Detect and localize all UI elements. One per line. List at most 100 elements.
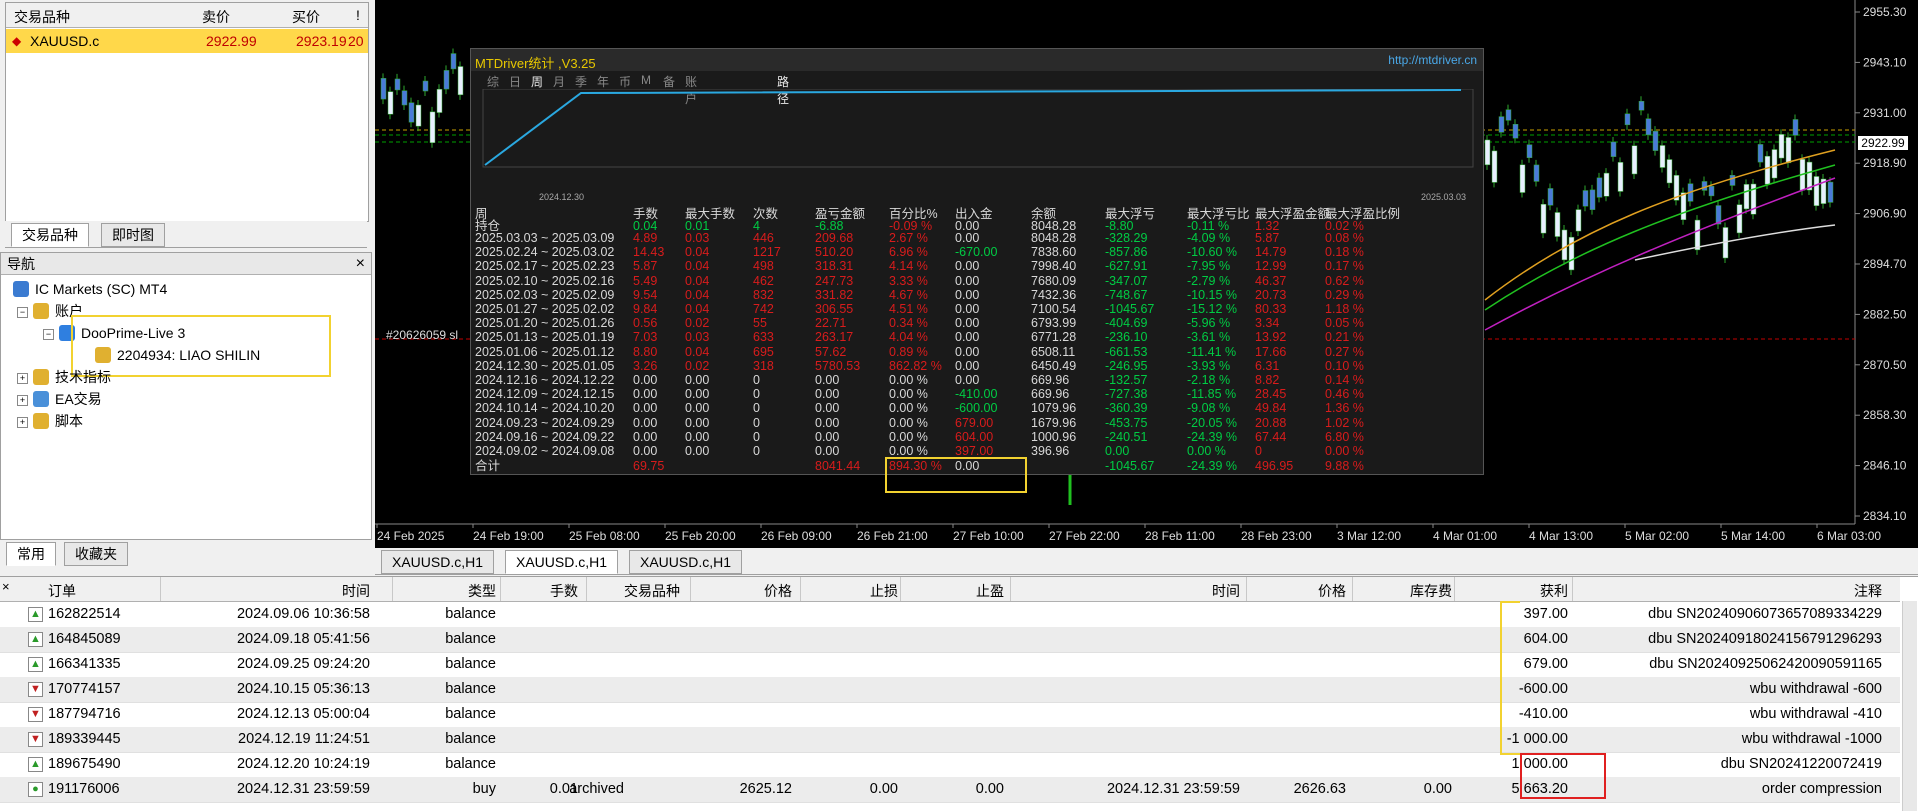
table-row[interactable]: ▼ 189339445 2024.12.19 11:24:51 balance -1 0… (0, 727, 1900, 753)
scrollbar[interactable] (1902, 601, 1917, 811)
period-tab[interactable]: 月 (553, 73, 565, 90)
nav-item-broker[interactable]: IC Markets (SC) MT4 (13, 279, 167, 299)
column-header[interactable]: 价格 (764, 581, 792, 601)
symbol-row[interactable]: ◆ XAUUSD.c 2922.99 2923.19 20 (6, 29, 368, 53)
time-tick-label: 3 Mar 12:00 (1337, 529, 1401, 543)
candle (1603, 172, 1610, 197)
table-row[interactable]: ▲ 189675490 2024.12.20 10:24:19 balance 1 00… (0, 752, 1900, 778)
stat-cell: 633 (753, 330, 774, 345)
cell-type: balance (445, 656, 496, 672)
column-divider[interactable] (160, 577, 161, 601)
column-header[interactable]: 时间 (1212, 581, 1240, 601)
stat-cell: 0.00 (955, 259, 980, 274)
tab-symbols[interactable]: 交易品种 (11, 223, 89, 247)
column-divider[interactable] (900, 577, 901, 601)
time-tick-label: 25 Feb 20:00 (665, 529, 736, 543)
stat-cell: -20.05 % (1187, 415, 1238, 430)
col-spread[interactable]: ! (356, 7, 360, 23)
close-icon[interactable]: × (2, 579, 10, 594)
table-row[interactable]: ▲ 166341335 2024.09.25 09:24:20 balance 679.… (0, 652, 1900, 678)
column-header[interactable]: 交易品种 (624, 581, 680, 601)
period-tab[interactable]: M (641, 73, 651, 87)
cell-type: balance (445, 731, 496, 747)
col-bid[interactable]: 卖价 (202, 7, 230, 27)
stat-cell: 2024.10.14 ~ 2024.10.20 (475, 401, 615, 416)
column-divider[interactable] (1572, 577, 1573, 601)
tab-tick-chart[interactable]: 即时图 (101, 223, 165, 247)
nav-item-scripts[interactable]: + 脚本 (17, 411, 83, 431)
candle (1680, 192, 1687, 220)
mtdriver-url[interactable]: http://mtdriver.cn (1388, 53, 1477, 67)
close-icon[interactable]: × (356, 253, 365, 275)
tab-favorites[interactable]: 收藏夹 (64, 542, 128, 566)
col-symbol[interactable]: 交易品种 (14, 7, 70, 27)
period-tab[interactable]: 日 (509, 73, 521, 90)
column-divider[interactable] (392, 577, 393, 601)
column-header[interactable]: 库存费 (1410, 581, 1452, 601)
candle (1575, 209, 1582, 232)
stat-cell: 0.00 % (1187, 444, 1226, 458)
col-ask[interactable]: 买价 (292, 7, 320, 27)
expand-icon[interactable]: + (17, 417, 28, 428)
column-divider[interactable] (1454, 577, 1455, 601)
table-row[interactable]: ▲ 164845089 2024.09.18 05:41:56 balance 604.… (0, 627, 1900, 653)
time-tick-label: 5 Mar 02:00 (1625, 529, 1689, 543)
stat-cell: 7100.54 (1031, 302, 1077, 316)
candle (1526, 144, 1533, 158)
chart-tab-3[interactable]: XAUUSD.c,H1 (629, 550, 743, 574)
expand-icon[interactable]: + (17, 395, 28, 406)
table-row[interactable]: ▼ 170774157 2024.10.15 05:36:13 balance -600… (0, 677, 1900, 703)
chart-tab-1[interactable]: XAUUSD.c,H1 (381, 550, 495, 574)
column-header[interactable]: 价格 (1318, 581, 1346, 601)
column-divider[interactable] (1352, 577, 1353, 601)
collapse-icon[interactable]: − (43, 329, 54, 340)
column-divider[interactable] (586, 577, 587, 601)
period-tab[interactable]: 周 (531, 73, 543, 90)
column-header[interactable]: 获利 (1540, 581, 1568, 601)
price-tick-label: 2894.70 (1863, 257, 1907, 271)
time-tick-label: 28 Feb 23:00 (1241, 529, 1312, 543)
column-divider[interactable] (1246, 577, 1247, 601)
column-header[interactable]: 类型 (468, 581, 496, 601)
column-divider[interactable] (1010, 577, 1011, 601)
column-header[interactable]: 时间 (342, 581, 370, 601)
column-header[interactable]: 注释 (1854, 581, 1882, 601)
stat-cell: 0.17 % (1325, 259, 1364, 274)
nav-item-indicators[interactable]: + 技术指标 (17, 367, 111, 387)
stat-cell: 9.84 (633, 302, 658, 316)
column-header[interactable]: 订单 (48, 581, 76, 601)
period-tab[interactable]: 年 (597, 73, 609, 90)
column-divider[interactable] (500, 577, 501, 601)
table-row[interactable]: ● 191176006 2024.12.31 23:59:59 buy 0.01 arch… (0, 777, 1900, 803)
stats-week-row: 2024.10.14 ~ 2024.10.20 0.00 0.00 0 0.00 0.00… (471, 401, 1483, 415)
price-tick-label: 2955.30 (1863, 5, 1907, 19)
cell-comment: wbu withdrawal -410 (1749, 706, 1882, 722)
period-tab[interactable]: 备 (663, 73, 675, 90)
chart-tab-2[interactable]: XAUUSD.c,H1 (505, 550, 619, 574)
period-tab[interactable]: 币 (619, 73, 631, 90)
expand-icon[interactable]: + (17, 373, 28, 384)
column-divider[interactable] (690, 577, 691, 601)
period-tab[interactable]: 综 (487, 73, 499, 90)
nav-item-experts[interactable]: + EA交易 (17, 389, 102, 409)
market-watch-tabs: 交易品种 即时图 (5, 221, 367, 248)
column-header[interactable]: 手数 (550, 581, 578, 601)
tab-common[interactable]: 常用 (6, 542, 56, 566)
stat-cell: -10.15 % (1187, 287, 1238, 302)
collapse-icon[interactable]: − (17, 307, 28, 318)
column-divider[interactable] (800, 577, 801, 601)
stat-cell: 28.45 (1255, 387, 1287, 402)
cell-price: 2625.12 (739, 781, 792, 797)
stat-cell: 4.51 % (889, 302, 928, 316)
column-header[interactable]: 止盈 (976, 581, 1004, 601)
stat-cell: 0.00 (633, 415, 658, 430)
cell-sl: 0.00 (869, 781, 898, 797)
table-row[interactable]: ▼ 187794716 2024.12.13 05:00:04 balance -410… (0, 702, 1900, 728)
stat-cell: 14.43 (633, 245, 665, 260)
period-tab[interactable]: 季 (575, 73, 587, 90)
price-tick-label: 2858.30 (1863, 408, 1907, 422)
order-label: #20626059 sl (386, 328, 459, 342)
column-header[interactable]: 止损 (870, 581, 898, 601)
graph-start-date: 2024.12.30 (539, 192, 585, 202)
table-row[interactable]: ▲ 162822514 2024.09.06 10:36:58 balance 397.… (0, 602, 1900, 628)
